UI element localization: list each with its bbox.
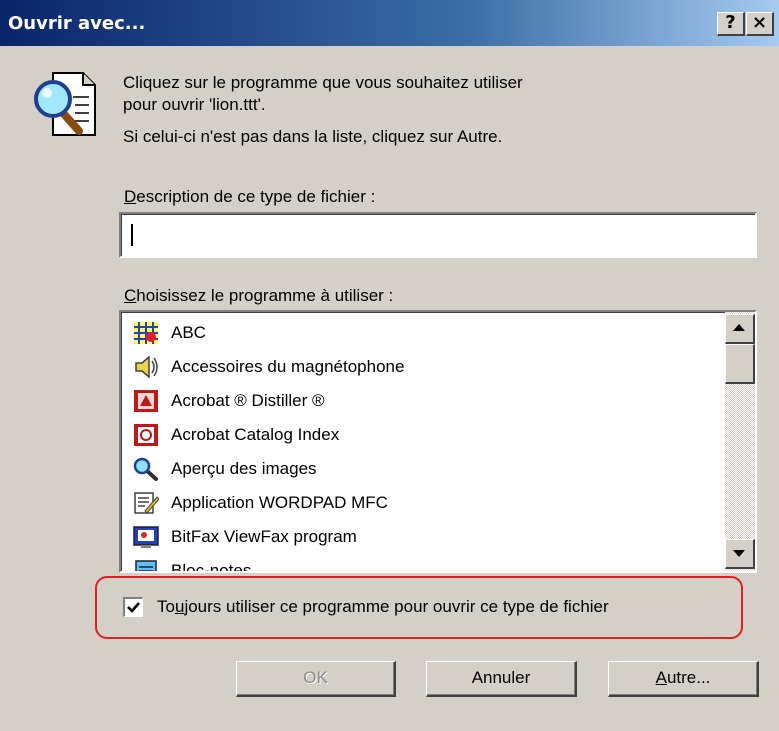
scroll-up-button[interactable] [725,314,755,344]
instruction-line-2: pour ouvrir 'lion.ttt'. [123,95,266,114]
checkmark-icon [127,602,140,613]
list-item-accessoires-magnetophone[interactable]: Accessoires du magnétophone [127,350,727,384]
other-button-mnemonic: A [655,668,667,687]
cancel-button[interactable]: Annuler [426,661,577,697]
list-item-acrobat-distiller[interactable]: Acrobat ® Distiller ® [127,384,727,418]
list-item-label: Acrobat Catalog Index [171,425,340,444]
other-button-text: utre... [666,668,711,687]
list-item-label: Accessoires du magnétophone [171,357,405,376]
other-button[interactable]: Autre... [608,661,759,697]
always-use-checkbox[interactable] [123,597,143,617]
text-caret [121,214,141,254]
description-input[interactable] [119,212,757,258]
always-use-label[interactable]: Toujours utiliser ce programme pour ouvr… [157,596,609,618]
list-item-label: ABC [171,323,206,342]
abc-app-icon [134,322,158,344]
list-item-bloc-notes[interactable]: Bloc-notes [127,554,727,573]
list-item-acrobat-catalog[interactable]: Acrobat Catalog Index [127,418,727,452]
program-list-label-text: hoisissez le programme à utiliser : [136,286,394,305]
arrow-down-icon [733,550,745,557]
instruction-line-3: Si celui-ci n'est pas dans la liste, cli… [123,127,503,146]
always-use-label-end: jours utiliser ce programme pour ouvrir … [184,597,609,616]
program-list[interactable]: ABC Accessoires du magnétophone Acrobat … [119,310,757,573]
document-search-icon [34,72,96,136]
dialog-title: Ouvrir avec... [8,13,146,34]
description-label: Description de ce type de fichier : [124,186,375,208]
list-item-label: BitFax ViewFax program [171,527,357,546]
acrobat-distiller-icon [134,390,158,412]
help-button[interactable]: ? [717,12,745,36]
title-bar[interactable]: Ouvrir avec... ? × [0,0,779,46]
list-item-label: Bloc-notes [171,561,252,573]
list-item-label: Aperçu des images [171,459,317,478]
list-scrollbar[interactable] [725,312,755,571]
description-label-mnemonic: D [124,187,137,206]
arrow-up-icon [733,324,745,331]
scroll-thumb[interactable] [725,344,755,384]
list-item-bitfax[interactable]: BitFax ViewFax program [127,520,727,554]
speaker-icon [135,355,158,379]
list-item-label: Application WORDPAD MFC [171,493,388,512]
magnifier-icon [133,457,158,481]
instruction-line-1: Cliquez sur le programme que vous souhai… [123,73,523,92]
description-label-text: escription de ce type de fichier : [136,187,376,206]
wordpad-icon [134,492,159,514]
program-list-label: Choisissez le programme à utiliser : [124,285,393,307]
list-item-apercu-images[interactable]: Aperçu des images [127,452,727,486]
list-item-label: Acrobat ® Distiller ® [171,391,325,410]
ok-button[interactable]: OK [236,661,396,697]
program-list-label-mnemonic: C [124,286,137,305]
open-with-dialog: Ouvrir avec... ? × Cliquez sur le progra… [0,0,779,731]
notepad-icon [135,560,157,571]
fax-viewer-icon [133,526,159,548]
close-button[interactable]: × [746,12,774,36]
list-item-abc[interactable]: ABC [127,316,727,350]
scroll-down-button[interactable] [725,539,755,569]
list-item-wordpad[interactable]: Application WORDPAD MFC [127,486,727,520]
acrobat-catalog-icon [134,424,158,446]
always-use-label-start: To [157,597,175,616]
